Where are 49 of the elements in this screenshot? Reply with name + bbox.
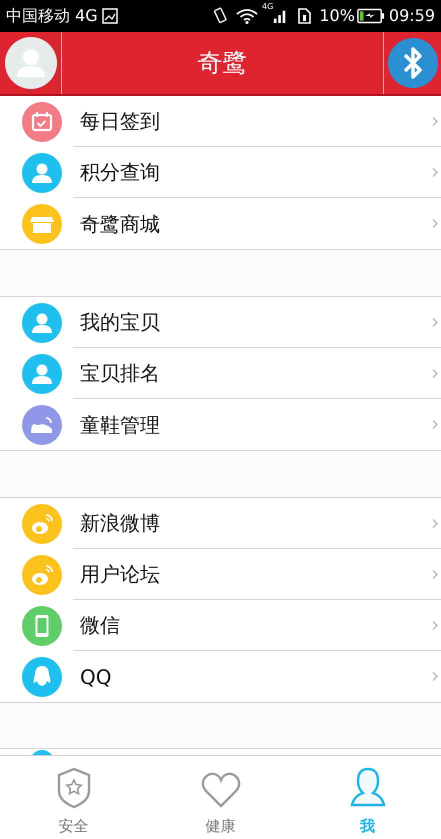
menu-item[interactable]: 奇鹭商城 [0,198,441,249]
calendar-icon [32,112,52,131]
header-title: 奇鹭 [196,47,248,80]
menu-label: 用户论坛 [80,561,161,588]
clock-text: 09:59 [388,5,435,27]
chevron-icon [432,166,438,178]
menu-label: 我的宝贝 [80,309,161,336]
chevron-icon [432,620,438,630]
menu-label: 宝贝排名 [80,360,161,387]
menu-label: 积分查询 [80,159,161,186]
chevron-icon [432,316,438,328]
network-text: 4G [262,1,274,11]
image-icon [102,8,118,24]
menu-label: 微信 [80,612,121,639]
menu-item[interactable]: QQ [0,651,441,702]
battery-icon [356,8,385,24]
chevron-icon [432,671,438,682]
menu-label: QQ [80,664,112,690]
battery-percent: 10% [319,5,355,27]
menu-label: 奇鹭商城 [80,210,161,238]
tab[interactable]: 安全 [0,756,147,839]
chevron-icon [432,368,438,378]
menu-item[interactable]: 新浪微博 [0,498,441,549]
tab[interactable]: 健康 [147,756,294,839]
menu-item[interactable]: 童鞋管理 [0,399,441,450]
avatar-icon[interactable] [4,37,56,89]
signal-icon [273,8,288,24]
menu-label: 童鞋管理 [80,412,161,438]
chevron-icon [432,568,438,580]
chevron-icon [432,419,438,430]
menu-item[interactable]: 用户论坛 [0,549,441,600]
menu-label: 每日签到 [80,108,161,135]
menu-item[interactable]: 宝贝排名 [0,348,441,399]
menu-item[interactable]: 我的宝贝 [0,297,441,348]
sim-icon [297,8,312,24]
menu-item[interactable]: 微信 [0,600,441,651]
chevron-icon [432,116,438,126]
chevron-icon [432,518,438,528]
shield-icon [56,766,92,808]
chevron-icon [432,218,438,229]
carrier-text: 中国移动 4G [6,5,98,27]
wifi-icon [236,8,258,24]
heart-icon [200,770,240,808]
menu-item[interactable]: 积分查询 [0,147,441,198]
bluetooth-icon[interactable] [388,38,438,88]
vibrate-icon [212,7,228,25]
person-icon [348,766,386,808]
menu-item[interactable]: 每日签到 [0,96,441,147]
menu-label: 新浪微博 [80,510,161,537]
